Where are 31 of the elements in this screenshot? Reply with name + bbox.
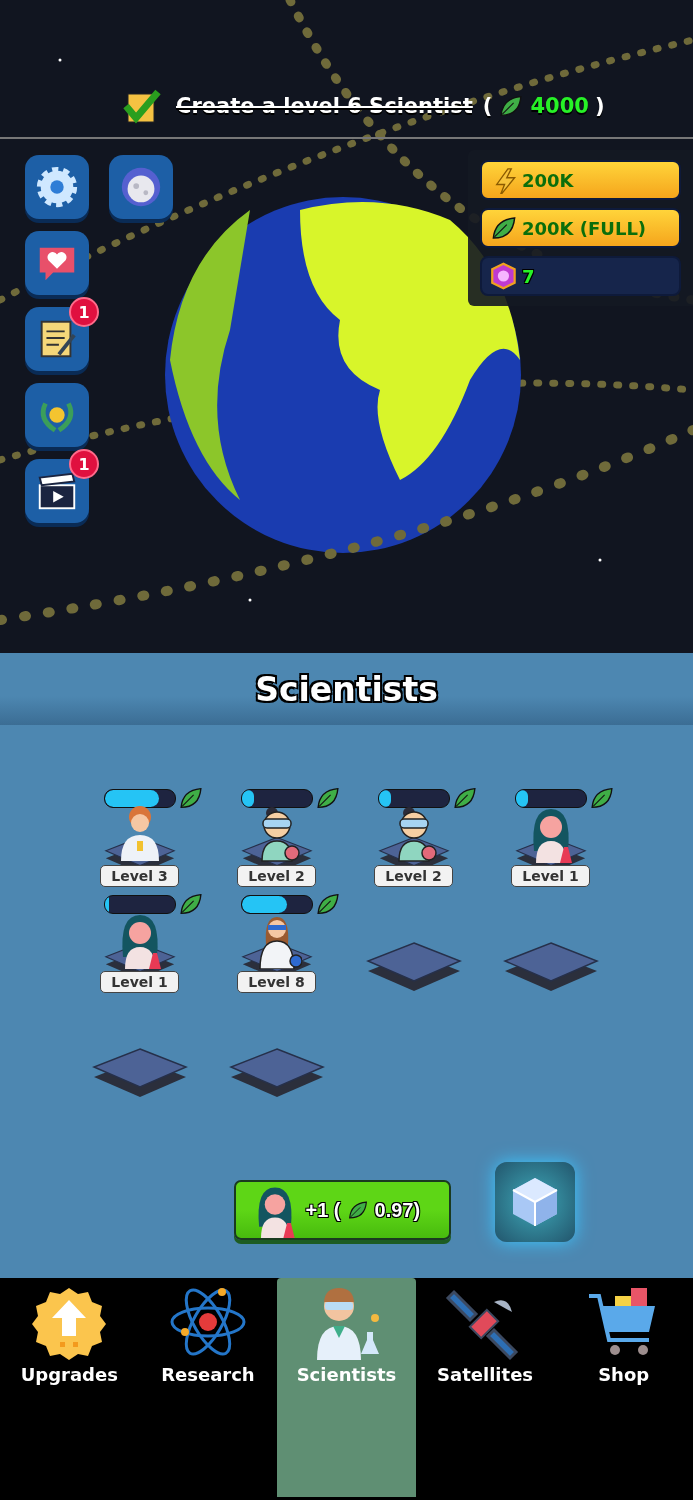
level-label: Level 2 [237,865,316,887]
level-label: Level 1 [100,971,179,993]
bracket: ( [482,94,493,118]
level-label: Level 1 [511,865,590,887]
leaf-icon [314,785,341,811]
bracket: ) [594,94,605,118]
quest-text: Create a level 6 Scientist [176,94,473,118]
leaf-icon [490,214,518,242]
level-label: Level 8 [237,971,316,993]
nav-tab[interactable]: Shop [554,1278,693,1500]
resource-amount: 200K (FULL) [522,217,647,239]
level-label: Level 3 [100,865,179,887]
nav-tab[interactable]: Upgrades [0,1278,139,1500]
leaf-icon [177,785,204,811]
level-label: Level 2 [374,865,453,887]
leaf-icon [177,891,204,917]
reward-amount: 4000 [530,94,589,118]
leaf-icon [588,785,615,811]
panel-title: Scientists [255,669,438,709]
leaf-icon [498,93,525,119]
nav-tab[interactable]: Scientists [277,1278,416,1497]
resource-amount: 7 [522,265,535,287]
nav-tab[interactable]: Satellites [415,1278,555,1500]
leaf-icon [314,891,341,917]
leaf-icon [451,785,478,811]
gem-icon [490,262,518,290]
leaf-icon [346,1199,369,1221]
cube-button[interactable] [494,1162,575,1242]
gear-icon [34,164,80,210]
resource-amount: 200K [522,169,574,191]
nav-tab[interactable]: Research [138,1278,278,1500]
